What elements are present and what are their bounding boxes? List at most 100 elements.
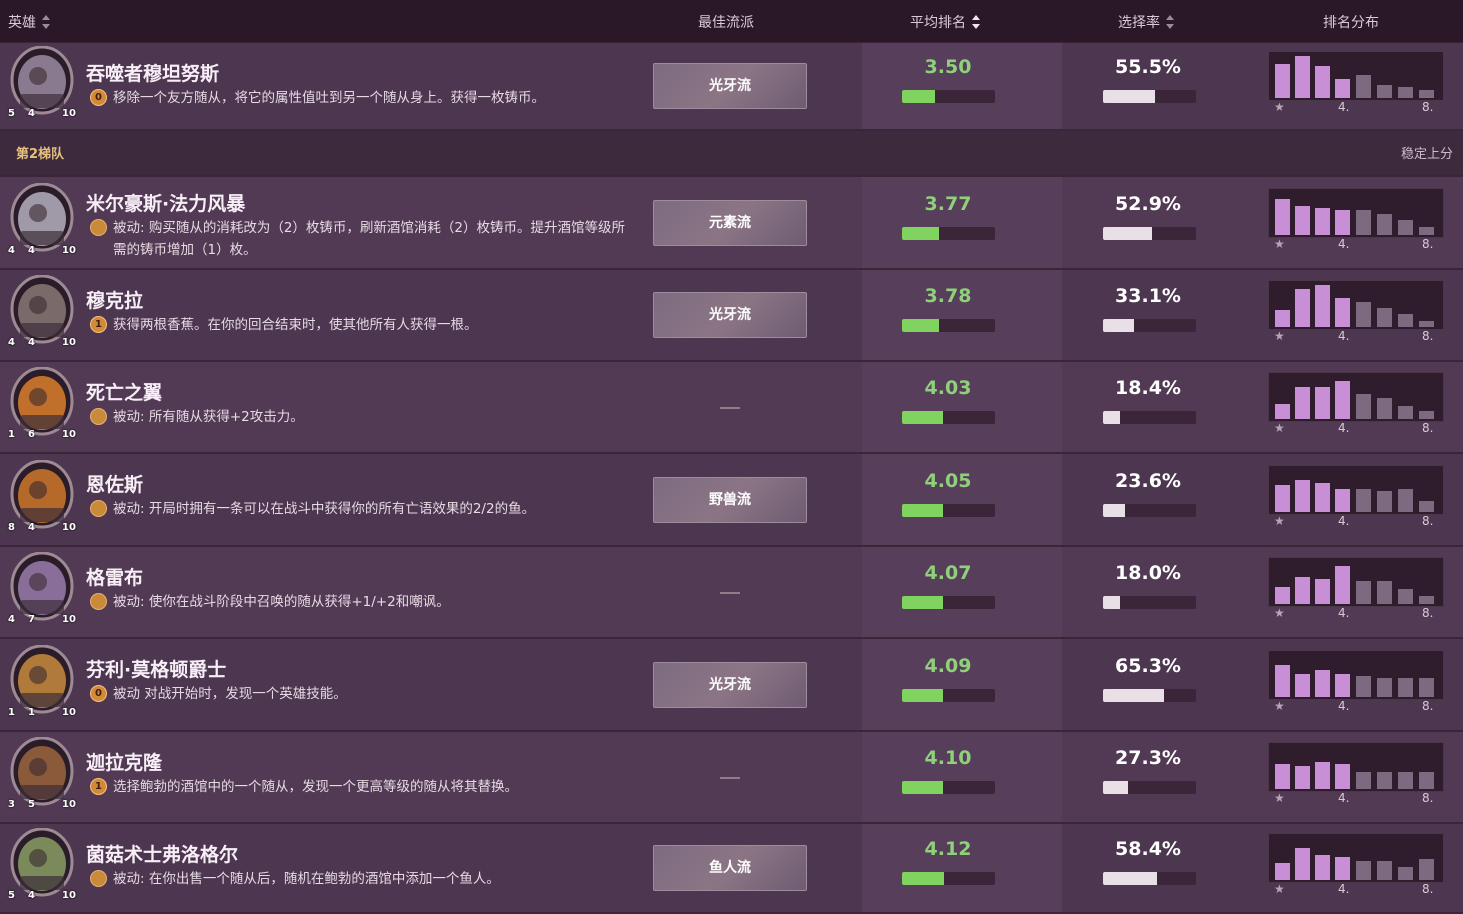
avg-rank-fill	[902, 872, 944, 885]
sort-icon[interactable]	[972, 15, 980, 29]
hero-power-text: 被动: 购买随从的消耗改为（2）枚铸币，刷新酒馆消耗（2）枚铸币。提升酒馆等级所…	[113, 220, 626, 258]
hero-power-cost-icon: 1	[90, 316, 107, 333]
hero-name[interactable]: 穆克拉	[86, 286, 143, 313]
table-row[interactable]: 1 6 10 死亡之翼 被动: 所有随从获得+2攻击力。 4.03 18.4% ★ 4. 8.	[0, 362, 1463, 454]
tier-note: 稳定上分	[1400, 147, 1453, 162]
hero-name[interactable]: 米尔豪斯·法力风暴	[86, 189, 245, 216]
distribution-bar	[1275, 764, 1290, 789]
distribution-bar	[1335, 79, 1350, 98]
table-row[interactable]: 1 1 10 芬利·莫格顿爵士 0 被动 对战开始时，发现一个英雄技能。 光牙流 4.09 65…	[0, 639, 1463, 732]
avg-rank-fill	[902, 596, 943, 609]
hero-portrait[interactable]: 4 7 10	[4, 551, 78, 626]
rank-distribution-chart	[1268, 464, 1444, 515]
distribution-axis: ★ 4. 8.	[1268, 329, 1442, 345]
hero-name[interactable]: 格雷布	[86, 563, 143, 590]
star-icon: ★	[1274, 513, 1285, 528]
dist-label-last: 8.	[1422, 606, 1434, 620]
hero-power: 0 被动 对战开始时，发现一个英雄技能。	[90, 683, 630, 705]
sort-icon[interactable]	[42, 15, 50, 29]
hero-portrait[interactable]: 5 4 10	[4, 827, 78, 902]
rank-distribution-chart	[1268, 557, 1444, 607]
avg-rank-bar	[902, 90, 995, 103]
hero-stat-armor: 10	[62, 890, 76, 901]
hero-portrait[interactable]: 1 6 10	[4, 366, 78, 441]
table-row[interactable]: 5 4 10 菌菇术士弗洛格尔 被动: 在你出售一个随从后，随机在鲍勃的酒馆中添加一个鱼…	[0, 824, 1463, 914]
distribution-axis: ★ 4. 8.	[1268, 699, 1442, 715]
distribution-bar	[1377, 772, 1392, 789]
dist-label-mid: 4.	[1338, 698, 1350, 713]
best-comp-badge[interactable]: 鱼人流	[653, 845, 807, 891]
hero-power-text: 选择鲍勃的酒馆中的一个随从，发现一个更高等级的随从将其替换。	[113, 779, 518, 795]
table-row[interactable]: 3 5 10 迦拉克隆 1 选择鲍勃的酒馆中的一个随从，发现一个更高等级的随从将其替换。 4…	[0, 732, 1463, 824]
distribution-bar	[1335, 857, 1350, 880]
hero-portrait[interactable]: 1 1 10	[4, 644, 78, 719]
hero-name[interactable]: 芬利·莫格顿爵士	[86, 655, 226, 682]
distribution-bar	[1295, 673, 1310, 697]
hero-portrait[interactable]: 3 5 10	[4, 736, 78, 811]
dist-label-mid: 4.	[1338, 421, 1350, 435]
avg-column-bg	[862, 270, 1062, 360]
best-comp-badge[interactable]: 光牙流	[653, 661, 807, 708]
distribution-bar	[1377, 213, 1392, 235]
hero-name[interactable]: 死亡之翼	[86, 378, 162, 405]
col-pick-rate[interactable]: 选择率	[1118, 12, 1174, 32]
avg-rank-fill	[902, 411, 943, 424]
dist-label-last: 8.	[1422, 698, 1434, 713]
distribution-bar	[1315, 482, 1330, 512]
hero-portrait[interactable]: 8 4 10	[4, 459, 78, 534]
hero-portrait[interactable]: 4 4 10	[4, 182, 78, 257]
avg-rank-value: 3.50	[924, 56, 972, 78]
hero-name[interactable]: 吞噬者穆坦努斯	[86, 59, 219, 86]
distribution-axis: ★ 4. 8.	[1268, 100, 1442, 116]
hero-portrait[interactable]: 4 4 10	[4, 274, 78, 349]
dist-label-mid: 4.	[1338, 100, 1350, 114]
dist-label-last: 8.	[1422, 882, 1434, 896]
col-avg-rank[interactable]: 平均排名	[910, 12, 980, 32]
distribution-bar	[1335, 673, 1350, 697]
hero-stat-hp: 1	[28, 706, 35, 718]
pick-rate-bar	[1103, 226, 1196, 240]
hero-stat-armor: 10	[62, 521, 76, 533]
table-row[interactable]: 5 4 10 吞噬者穆坦努斯 0 移除一个友方随从，将它的属性值吐到另一个随从身上。获得一…	[0, 43, 1463, 131]
best-comp-badge[interactable]: 光牙流	[653, 63, 807, 109]
avg-rank-fill	[902, 688, 943, 702]
avg-rank-fill	[902, 90, 935, 103]
hero-power-text: 被动: 使你在战斗阶段中召唤的随从获得+1/+2和嘲讽。	[113, 594, 450, 610]
pick-rate-value: 58.4%	[1115, 838, 1181, 860]
hero-power: 1 获得两根香蕉。在你的回合结束时，使其他所有人获得一根。	[90, 314, 630, 336]
dist-label-last: 8.	[1422, 329, 1434, 343]
sort-icon[interactable]	[1166, 15, 1174, 29]
hero-power-cost-icon	[90, 219, 107, 236]
distribution-bar	[1335, 566, 1350, 604]
table-row[interactable]: 4 4 10 米尔豪斯·法力风暴被动: 购买随从的消耗改为（2）枚铸币，刷新酒馆消耗（…	[0, 177, 1463, 270]
distribution-bar	[1275, 863, 1290, 880]
avg-rank-bar	[902, 688, 995, 702]
best-comp-badge[interactable]: 光牙流	[653, 292, 807, 338]
table-row[interactable]: 4 7 10 格雷布 被动: 使你在战斗阶段中召唤的随从获得+1/+2和嘲讽。 4.07 1…	[0, 547, 1463, 639]
best-comp-badge[interactable]: 元素流	[653, 199, 807, 246]
hero-power-cost-icon	[90, 408, 107, 425]
distribution-bar	[1315, 387, 1330, 419]
hero-portrait[interactable]: 5 4 10	[4, 45, 78, 120]
star-icon: ★	[1274, 882, 1285, 896]
hero-name[interactable]: 迦拉克隆	[86, 748, 162, 775]
distribution-bar	[1315, 762, 1330, 789]
avg-rank-bar	[902, 503, 995, 517]
hero-name[interactable]: 恩佐斯	[86, 470, 143, 497]
distribution-bar	[1335, 381, 1350, 419]
distribution-bar	[1356, 675, 1371, 697]
distribution-bar	[1419, 859, 1434, 880]
hero-power-text: 获得两根香蕉。在你的回合结束时，使其他所有人获得一根。	[113, 317, 478, 333]
distribution-bar	[1335, 488, 1350, 512]
hero-stat-atk: 5	[8, 890, 15, 901]
table-row[interactable]: 4 4 10 穆克拉 1 获得两根香蕉。在你的回合结束时，使其他所有人获得一根。 光牙流 3.…	[0, 270, 1463, 362]
col-hero[interactable]: 英雄	[8, 12, 50, 32]
best-comp-badge[interactable]: 野兽流	[653, 476, 807, 523]
hero-power: 1 选择鲍勃的酒馆中的一个随从，发现一个更高等级的随从将其替换。	[90, 776, 630, 798]
hero-stat-armor: 10	[62, 244, 76, 256]
col-best-comp: 最佳流派	[698, 15, 754, 31]
no-comp-dash	[720, 592, 740, 594]
table-row[interactable]: 8 4 10 恩佐斯 被动: 开局时拥有一条可以在战斗中获得你的所有亡语效果的2/2的鱼…	[0, 454, 1463, 547]
hero-name[interactable]: 菌菇术士弗洛格尔	[86, 840, 238, 867]
distribution-bar	[1295, 205, 1310, 235]
